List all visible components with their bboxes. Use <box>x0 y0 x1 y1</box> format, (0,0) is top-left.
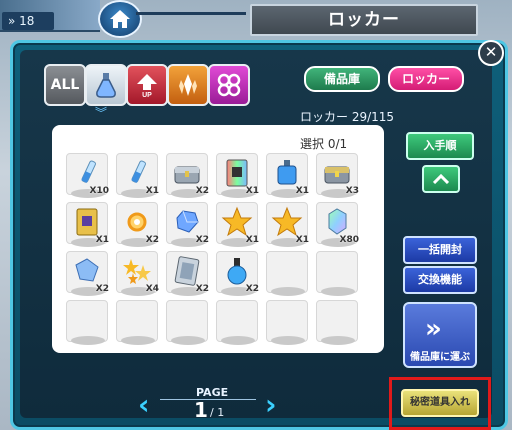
item-slot[interactable]: X2 <box>166 251 209 296</box>
item-count: X2 <box>145 235 159 245</box>
bulk-open-button[interactable]: 一括開封 <box>403 236 477 264</box>
category-up-label: UP <box>142 92 152 98</box>
category-upgrade-button[interactable]: UP <box>126 64 168 106</box>
item-slot-empty[interactable] <box>316 251 358 296</box>
page-title: ロッカー <box>250 4 478 36</box>
category-all-label: ALL <box>50 77 80 93</box>
item-count: X2 <box>195 284 209 294</box>
item-slot[interactable]: X1 <box>216 153 259 198</box>
top-divider <box>136 12 246 15</box>
item-slot-empty[interactable] <box>216 300 258 345</box>
item-count: X1 <box>295 186 309 196</box>
category-gears-button[interactable] <box>208 64 250 106</box>
item-slot[interactable]: X80 <box>316 202 359 247</box>
item-slot[interactable]: X2 <box>166 202 209 247</box>
selection-counter: 選択 0/1 <box>300 137 348 151</box>
item-slot[interactable]: X1 <box>116 153 159 198</box>
item-slot-shadow <box>221 336 255 345</box>
player-level: 18 <box>19 14 35 28</box>
item-count: X2 <box>95 284 109 294</box>
chevron-up-icon <box>433 174 449 184</box>
item-count: X1 <box>295 235 309 245</box>
prev-page-button[interactable]: ‹ <box>138 388 150 421</box>
home-button[interactable] <box>98 0 142 38</box>
item-count: X1 <box>145 186 159 196</box>
item-slot[interactable]: X1 <box>266 202 309 247</box>
gears-icon <box>217 73 241 97</box>
item-slot[interactable]: X2 <box>166 153 209 198</box>
item-slot[interactable]: X2 <box>66 251 109 296</box>
category-all-button[interactable]: ALL <box>44 64 86 106</box>
item-slot[interactable]: X4 <box>116 251 159 296</box>
next-page-button[interactable]: › <box>265 388 277 421</box>
item-slot-empty[interactable] <box>116 300 158 345</box>
scroll-up-button[interactable] <box>422 165 460 193</box>
move-to-storage-button[interactable]: » 備品庫に運ぶ <box>403 302 477 368</box>
tab-locker[interactable]: ロッカー <box>388 66 464 92</box>
player-level-badge: » 18 <box>2 12 54 30</box>
item-slot-empty[interactable] <box>266 300 308 345</box>
home-icon <box>110 10 130 28</box>
item-slot-shadow <box>171 336 205 345</box>
item-slot[interactable]: X3 <box>316 153 359 198</box>
item-slot-shadow <box>271 287 305 296</box>
item-count: X2 <box>195 186 209 196</box>
item-count: X1 <box>245 186 259 196</box>
close-icon: ✕ <box>484 43 498 61</box>
page-current: 1 <box>194 398 208 422</box>
item-slot[interactable]: X1 <box>66 202 109 247</box>
item-slot-empty[interactable] <box>66 300 108 345</box>
secret-tools-button[interactable]: 秘密道具入れ <box>401 389 479 417</box>
item-slot-shadow <box>321 336 355 345</box>
item-slot[interactable]: X2 <box>216 251 259 296</box>
tab-storage[interactable]: 備品庫 <box>304 66 380 92</box>
page-divider <box>160 399 256 400</box>
potion-icon <box>96 73 116 98</box>
item-count: X1 <box>245 235 259 245</box>
exchange-button[interactable]: 交換機能 <box>403 266 477 294</box>
item-count: X3 <box>345 186 359 196</box>
page-total: / 1 <box>210 406 225 419</box>
locker-capacity: ロッカー 29/115 <box>300 110 395 124</box>
item-count: X80 <box>339 235 359 245</box>
item-count: X2 <box>245 284 259 294</box>
category-potion-button[interactable] <box>85 64 127 106</box>
item-slot[interactable]: X1 <box>266 153 309 198</box>
item-slot-shadow <box>321 287 355 296</box>
item-slot[interactable]: X10 <box>66 153 109 198</box>
sort-button[interactable]: 入手順 <box>406 132 474 160</box>
move-to-storage-label: 備品庫に運ぶ <box>410 352 470 363</box>
item-count: X2 <box>195 235 209 245</box>
item-slot-shadow <box>121 336 155 345</box>
close-button[interactable]: ✕ <box>478 40 504 66</box>
item-slot-empty[interactable] <box>316 300 358 345</box>
item-count: X1 <box>95 235 109 245</box>
item-slot[interactable]: X2 <box>116 202 159 247</box>
up-arrow-icon: UP <box>137 74 157 98</box>
chevron-right-icon: › <box>265 388 277 421</box>
double-chevron-right-icon: » <box>425 314 442 344</box>
item-slot-empty[interactable] <box>166 300 208 345</box>
item-slot-shadow <box>271 336 305 345</box>
item-slot-shadow <box>71 336 105 345</box>
category-crystal-button[interactable] <box>167 64 209 106</box>
item-count: X10 <box>89 186 109 196</box>
item-slot-empty[interactable] <box>266 251 308 296</box>
chevron-left-icon: ‹ <box>138 388 150 421</box>
item-slot[interactable]: X1 <box>216 202 259 247</box>
item-count: X4 <box>145 284 159 294</box>
crystal-icon <box>179 74 197 96</box>
chevron-down-icon[interactable]: ︾ <box>95 104 107 121</box>
